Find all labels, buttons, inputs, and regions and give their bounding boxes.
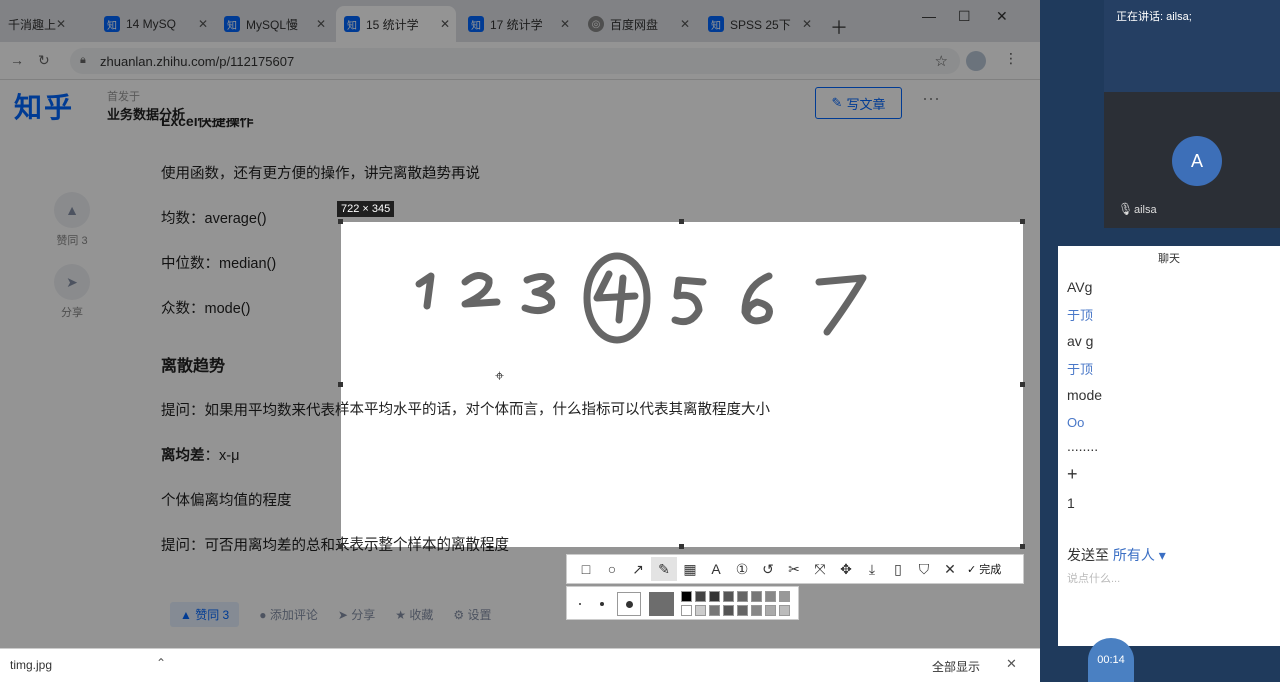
color-swatch[interactable] xyxy=(681,605,692,616)
send-to-value: 所有人 xyxy=(1112,547,1155,563)
chat-message: 1 xyxy=(1067,495,1075,511)
color-swatch[interactable] xyxy=(709,605,720,616)
color-swatch[interactable] xyxy=(695,605,706,616)
download-icon[interactable]: ⤓ xyxy=(859,557,885,581)
microphone-icon: 🎙︎ xyxy=(1118,202,1134,216)
meeting-timer: 00:14 xyxy=(1088,638,1134,682)
color-swatch[interactable] xyxy=(709,591,720,602)
meeting-header: 正在讲话: ailsa; xyxy=(1104,0,1280,92)
download-bar: timg.jpg ⌃ 全部显示 ✕ xyxy=(0,648,1040,682)
resize-handle[interactable] xyxy=(338,544,343,549)
screenshot-selection[interactable]: 提问：如果用平均数来代表样本平均水平的话，对个体而言，什么指标可以代表其离散程度… xyxy=(341,222,1023,547)
selection-size-label: 722 × 345 xyxy=(337,201,395,217)
avatar: A xyxy=(1172,136,1222,186)
done-label: 完成 xyxy=(979,564,1002,576)
color-swatch[interactable] xyxy=(765,591,776,602)
brush-size-large[interactable] xyxy=(617,592,641,616)
resize-handle[interactable] xyxy=(1020,219,1025,224)
show-all-downloads-button[interactable]: 全部显示 xyxy=(932,658,980,675)
ellipse-tool-icon[interactable]: ○ xyxy=(599,557,625,581)
color-swatch[interactable] xyxy=(723,605,734,616)
resize-handle[interactable] xyxy=(338,219,343,224)
number-tool-icon[interactable]: ① xyxy=(729,557,755,581)
chat-message: mode xyxy=(1067,387,1103,403)
color-swatch[interactable] xyxy=(737,591,748,602)
phone-icon[interactable]: ▯ xyxy=(885,557,911,581)
color-swatch[interactable] xyxy=(779,605,790,616)
article-paragraph: 提问：可否用离均差的总和来表示整个样本的离散程度 xyxy=(341,537,509,547)
participant-video[interactable]: A 🎙︎ ailsa xyxy=(1104,92,1280,228)
pen-tool-icon[interactable]: ✎ xyxy=(651,557,677,581)
crosshair-cursor-icon: ⌖ xyxy=(495,368,505,385)
color-swatch[interactable] xyxy=(779,591,790,602)
color-swatch[interactable] xyxy=(765,605,776,616)
chat-message: ........ xyxy=(1067,438,1099,454)
chat-panel: 聊天 AVg 于顶 av g 于顶 mode Oo ........ + 1 发… xyxy=(1058,246,1280,646)
bookmark-icon[interactable]: ⛉ xyxy=(911,557,937,581)
color-swatch[interactable] xyxy=(751,605,762,616)
resize-handle[interactable] xyxy=(679,544,684,549)
chat-message: av g xyxy=(1067,333,1094,349)
resize-handle[interactable] xyxy=(1020,544,1025,549)
check-icon: ✓ xyxy=(967,563,977,576)
current-color-swatch xyxy=(649,592,674,616)
rectangle-tool-icon[interactable]: □ xyxy=(573,557,599,581)
chat-sender: 于顶 xyxy=(1067,362,1094,377)
chevron-down-icon: ▾ xyxy=(1154,547,1166,563)
resize-handle[interactable] xyxy=(1020,382,1025,387)
brush-size-small[interactable] xyxy=(579,603,581,605)
speaking-indicator: 正在讲话: ailsa; xyxy=(1116,11,1192,23)
text-tool-icon[interactable]: A xyxy=(703,557,729,581)
chat-sender: 于顶 xyxy=(1067,308,1094,323)
resize-handle[interactable] xyxy=(338,382,343,387)
color-swatch[interactable] xyxy=(751,591,762,602)
chat-input[interactable]: 说点什么... xyxy=(1067,570,1120,586)
pin-icon[interactable]: ✥ xyxy=(833,557,859,581)
arrow-tool-icon[interactable]: ↗ xyxy=(625,557,651,581)
handwritten-annotation xyxy=(415,252,867,344)
close-icon[interactable]: ✕ xyxy=(1006,656,1017,672)
brush-size-medium[interactable] xyxy=(600,602,604,606)
pen-options-bar xyxy=(566,586,799,620)
download-file[interactable]: timg.jpg xyxy=(10,658,52,672)
chat-message: AVg xyxy=(1067,279,1093,295)
cut-icon[interactable]: ✂ xyxy=(781,557,807,581)
cancel-icon[interactable]: ✕ xyxy=(937,557,963,581)
article-paragraph: 提问：如果用平均数来代表样本平均水平的话，对个体而言，什么指标可以代表其离散程度… xyxy=(341,402,770,418)
participant-name: ailsa xyxy=(1134,204,1157,216)
color-swatch[interactable] xyxy=(681,591,692,602)
mosaic-tool-icon[interactable]: ▦ xyxy=(677,557,703,581)
undo-icon[interactable]: ↺ xyxy=(755,557,781,581)
screenshot-expand-icon[interactable]: ⤧ xyxy=(807,557,833,581)
send-to-label: 发送至 xyxy=(1067,547,1109,563)
screenshot-toolbar: □ ○ ↗ ✎ ▦ A ① ↺ ✂ ⤧ ✥ ⤓ ▯ ⛉ ✕ ✓ 完成 xyxy=(566,554,1024,584)
chat-title: 聊天 xyxy=(1158,253,1180,265)
brush-dot xyxy=(626,601,633,608)
chevron-up-icon[interactable]: ⌃ xyxy=(156,656,166,670)
color-swatch[interactable] xyxy=(695,591,706,602)
chat-message: + xyxy=(1067,464,1078,484)
chat-sender: Oo xyxy=(1067,415,1085,430)
resize-handle[interactable] xyxy=(679,219,684,224)
send-to-selector[interactable]: 发送至 所有人 ▾ xyxy=(1067,545,1166,565)
done-button[interactable]: ✓ 完成 xyxy=(967,561,1001,577)
color-swatch[interactable] xyxy=(723,591,734,602)
color-swatch[interactable] xyxy=(737,605,748,616)
